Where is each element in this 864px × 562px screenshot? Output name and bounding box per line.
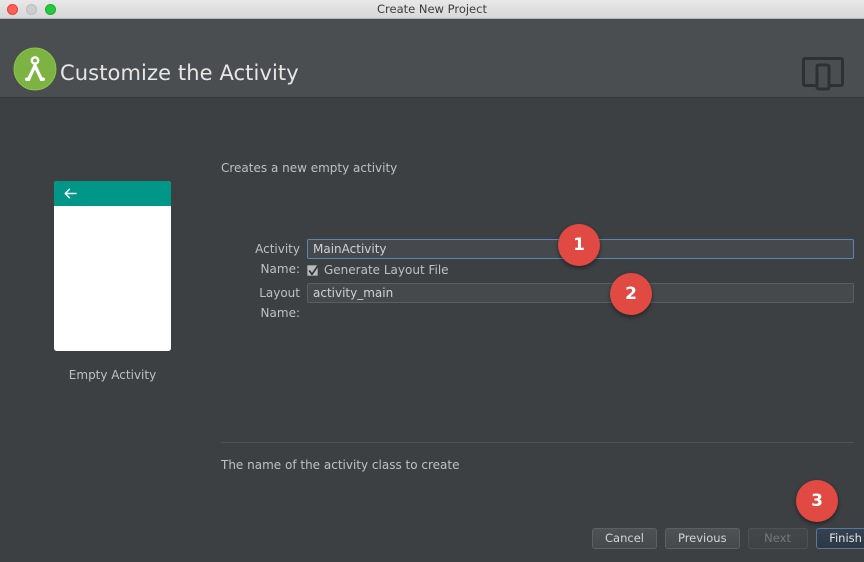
annotation-badge-1: 1	[558, 224, 600, 266]
preview-label: Empty Activity	[68, 368, 157, 382]
preview-body	[54, 206, 171, 351]
layout-name-label: Layout Name:	[259, 286, 300, 320]
android-studio-logo-icon	[13, 47, 57, 91]
layout-name-row: Layout Name:	[221, 283, 854, 320]
annotation-badge-3: 3	[796, 480, 838, 522]
next-button: Next	[747, 528, 808, 549]
activity-name-row: Activity Name:	[221, 239, 854, 276]
previous-button[interactable]: Previous	[664, 528, 740, 549]
create-new-project-dialog: Create New Project Customize the Activit…	[0, 0, 864, 562]
device-form-factor-icon	[802, 57, 844, 91]
activity-preview: Empty Activity	[54, 181, 171, 382]
dialog-button-bar: Cancel Previous Next Finish	[592, 528, 864, 549]
preview-app-bar	[54, 181, 171, 206]
content-separator	[221, 442, 854, 443]
checkbox-box[interactable]	[307, 264, 319, 276]
finish-button[interactable]: Finish	[815, 528, 864, 549]
cancel-button[interactable]: Cancel	[592, 528, 657, 549]
wizard-header: Customize the Activity	[0, 19, 864, 98]
wizard-content: Empty Activity Creates a new empty activ…	[0, 99, 864, 562]
generate-layout-file-checkbox[interactable]: Generate Layout File	[307, 263, 449, 277]
layout-name-input[interactable]	[307, 283, 854, 303]
phone-preview-frame	[54, 181, 171, 351]
activity-name-label: Activity Name:	[255, 242, 300, 276]
page-title: Customize the Activity	[60, 61, 299, 85]
annotation-badge-2: 2	[610, 273, 652, 315]
activity-description: Creates a new empty activity	[221, 161, 398, 175]
generate-layout-file-label: Generate Layout File	[324, 263, 449, 277]
checkmark-icon	[308, 264, 319, 275]
window-title: Create New Project	[377, 2, 487, 16]
back-arrow-icon	[63, 186, 78, 201]
window-titlebar: Create New Project	[0, 0, 864, 19]
field-help-text: The name of the activity class to create	[221, 458, 460, 472]
